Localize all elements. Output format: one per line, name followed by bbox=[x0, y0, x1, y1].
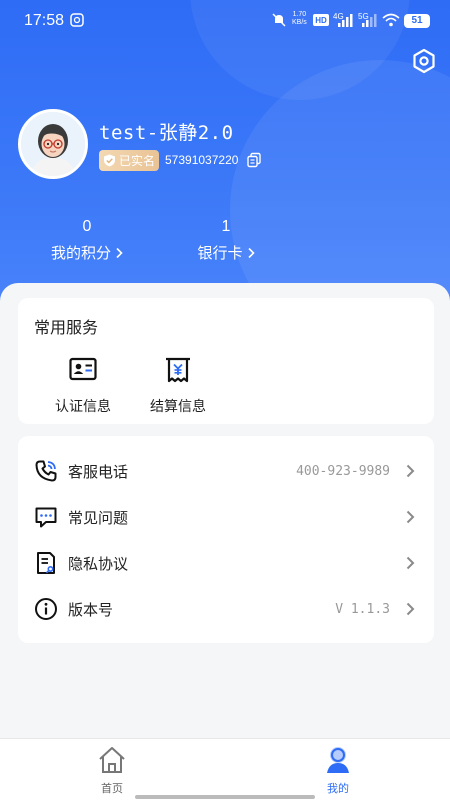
bank-card-label: 银行卡 bbox=[197, 244, 243, 262]
menu-label: 客服电话 bbox=[68, 462, 129, 481]
chevron-right-icon bbox=[406, 602, 415, 616]
copy-icon[interactable] bbox=[246, 152, 262, 168]
chevron-right-icon bbox=[247, 247, 255, 258]
verified-badge: 已实名 bbox=[99, 150, 159, 171]
points-label: 我的积分 bbox=[50, 244, 111, 262]
home-icon bbox=[99, 747, 125, 773]
services-title: 常用服务 bbox=[34, 318, 99, 337]
document-icon bbox=[37, 552, 55, 574]
info-icon bbox=[35, 598, 57, 620]
menu-label: 版本号 bbox=[68, 600, 114, 619]
status-bar: 17:58 1.70 KB/s HD 4G 5G 51 bbox=[0, 0, 450, 44]
user-icon bbox=[327, 747, 349, 773]
id-card-icon bbox=[69, 357, 97, 381]
decorative-circle bbox=[230, 60, 450, 320]
username: test-张静2.0 bbox=[99, 122, 234, 144]
wifi-icon bbox=[382, 13, 400, 27]
net-speed-unit: KB/s bbox=[292, 19, 307, 26]
chevron-right-icon bbox=[406, 510, 415, 524]
service-item-settlement-info[interactable]: 结算信息 bbox=[146, 354, 210, 416]
chat-question-icon bbox=[35, 507, 57, 528]
svg-text:HD: HD bbox=[315, 16, 327, 25]
signal-bars-icon bbox=[362, 14, 377, 27]
verified-label: 已实名 bbox=[119, 154, 156, 168]
app-version: V 1.1.3 bbox=[335, 601, 390, 617]
bank-card-stat[interactable]: 1 银行卡 bbox=[192, 218, 260, 263]
chevron-right-icon bbox=[116, 247, 123, 258]
menu-card: 客服电话 400-923-9989 常见问题 隐私协议 版本号 V 1.1.3 bbox=[18, 436, 434, 643]
network-speed: 1.70 KB/s bbox=[292, 11, 307, 27]
service-label: 结算信息 bbox=[150, 399, 206, 415]
tab-mine-label: 我的 bbox=[327, 782, 349, 795]
customer-phone-number: 400-923-9989 bbox=[296, 463, 390, 479]
app-notification-icon bbox=[70, 13, 84, 27]
tab-mine[interactable]: 我的 bbox=[318, 745, 358, 796]
menu-row-customer-phone[interactable]: 客服电话 400-923-9989 bbox=[18, 448, 434, 494]
bank-card-value: 1 bbox=[221, 218, 231, 235]
bottom-tab-bar: 首页 我的 bbox=[0, 738, 450, 800]
battery-indicator: 51 bbox=[404, 14, 430, 28]
net-speed-value: 1.70 bbox=[292, 11, 307, 18]
mute-bell-icon bbox=[272, 13, 286, 27]
points-stat[interactable]: 0 我的积分 bbox=[46, 218, 128, 263]
user-phone: 57391037220 bbox=[165, 153, 239, 167]
avatar-illustration bbox=[21, 112, 85, 176]
status-time: 17:58 bbox=[24, 12, 65, 29]
chevron-right-icon bbox=[406, 556, 415, 570]
verified-shield-icon bbox=[104, 154, 115, 167]
menu-row-version[interactable]: 版本号 V 1.1.3 bbox=[18, 586, 434, 632]
menu-label: 隐私协议 bbox=[68, 554, 129, 573]
avatar[interactable] bbox=[18, 109, 88, 179]
home-indicator[interactable] bbox=[135, 795, 315, 799]
settings-icon[interactable] bbox=[411, 48, 437, 74]
hd-icon: HD bbox=[313, 14, 329, 26]
menu-row-privacy[interactable]: 隐私协议 bbox=[18, 540, 434, 586]
service-item-auth-info[interactable]: 认证信息 bbox=[50, 354, 116, 416]
points-value: 0 bbox=[82, 218, 92, 235]
phone-icon bbox=[35, 460, 57, 482]
tab-home-label: 首页 bbox=[101, 782, 123, 795]
signal-bars-icon bbox=[338, 14, 353, 27]
receipt-yuan-icon bbox=[166, 357, 190, 383]
menu-row-faq[interactable]: 常见问题 bbox=[18, 494, 434, 540]
menu-label: 常见问题 bbox=[68, 508, 129, 527]
services-card: 常用服务 认证信息 结算信息 bbox=[18, 298, 434, 424]
tab-home[interactable]: 首页 bbox=[92, 745, 132, 796]
service-label: 认证信息 bbox=[55, 399, 111, 415]
chevron-right-icon bbox=[406, 464, 415, 478]
